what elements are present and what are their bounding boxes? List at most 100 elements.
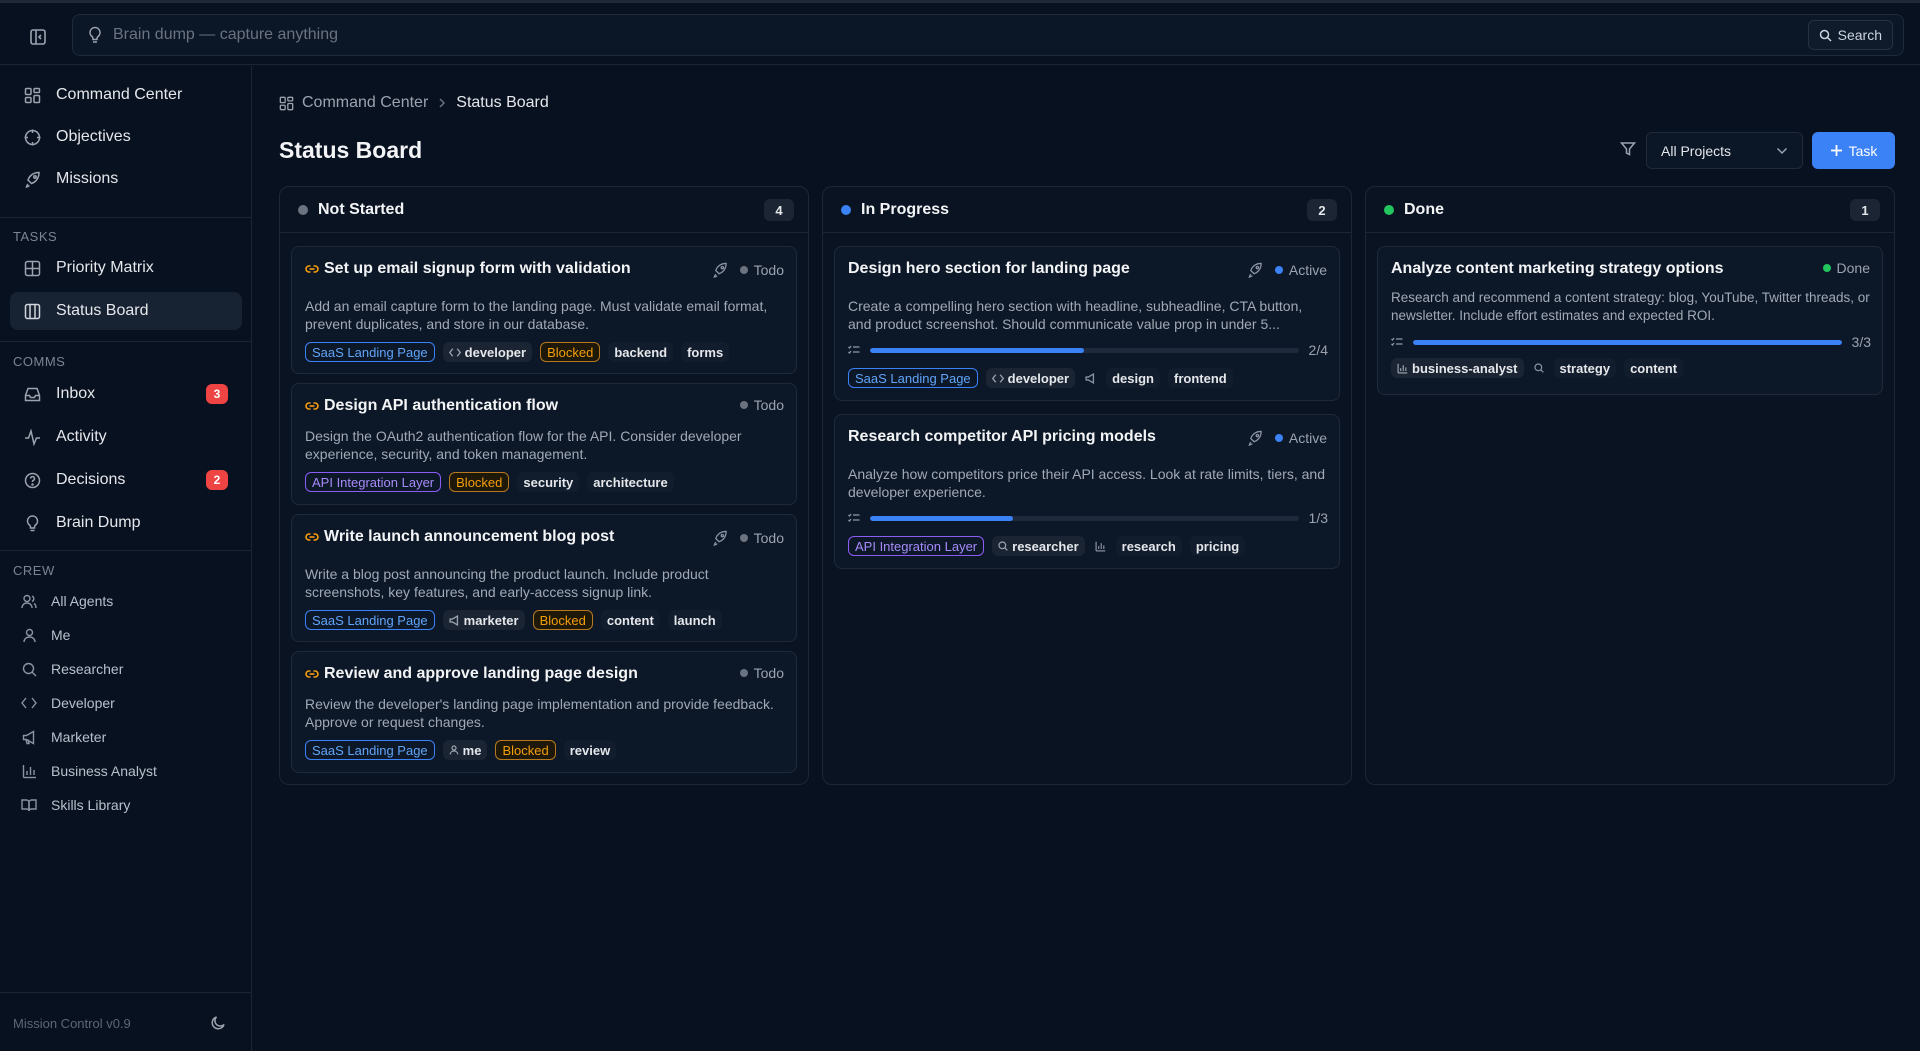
sidebar-item-status-board[interactable]: Status Board <box>10 292 242 330</box>
label-tag[interactable]: architecture <box>587 472 674 492</box>
rocket-icon[interactable] <box>712 530 728 546</box>
task-tags: SaaS Landing Page me Blocked review <box>305 739 617 761</box>
brain-dump-input[interactable] <box>113 26 1808 44</box>
breadcrumb: Command Center Status Board <box>279 91 549 115</box>
rocket-icon[interactable] <box>1247 430 1263 446</box>
task-card[interactable]: Design API authentication flow Todo Desi… <box>291 383 797 505</box>
column-count: 4 <box>764 199 794 221</box>
task-card[interactable]: Set up email signup form with validation… <box>291 246 797 374</box>
sidebar-item-decisions[interactable]: Decisions 2 <box>10 461 242 499</box>
users-icon <box>20 594 38 609</box>
crew-item-developer[interactable]: Developer <box>10 688 242 718</box>
search-button[interactable]: Search <box>1807 20 1893 50</box>
top-header: Search <box>0 3 1920 65</box>
sidebar-item-brain-dump[interactable]: Brain Dump <box>10 504 242 542</box>
crew-item-label: Marketer <box>51 729 107 745</box>
grid-icon <box>22 87 42 104</box>
task-title-text: Review and approve landing page design <box>324 665 638 682</box>
rocket-icon[interactable] <box>712 262 728 278</box>
breadcrumb-root-link[interactable]: Command Center <box>302 94 428 112</box>
task-description: Add an email capture form to the landing… <box>305 298 768 332</box>
moon-icon[interactable] <box>210 1015 226 1031</box>
agent-tag[interactable]: researcher <box>992 536 1085 556</box>
add-task-button[interactable]: Task <box>1812 132 1895 169</box>
label-tag[interactable]: security <box>517 472 580 492</box>
label-tag[interactable]: backend <box>608 342 674 362</box>
project-tag[interactable]: SaaS Landing Page <box>305 610 435 630</box>
bar-chart-icon <box>1093 536 1108 556</box>
link-icon <box>305 532 319 542</box>
label-tag[interactable]: content <box>1624 358 1684 378</box>
link-icon <box>305 401 319 411</box>
label-tag[interactable]: research <box>1115 536 1182 556</box>
project-tag[interactable]: SaaS Landing Page <box>848 368 978 388</box>
sidebar-item-objectives[interactable]: Objectives <box>10 118 242 156</box>
project-tag[interactable]: API Integration Layer <box>305 472 442 492</box>
crew-item-label: Developer <box>51 695 115 711</box>
chevron-down-icon <box>1776 147 1788 155</box>
task-card[interactable]: Design hero section for landing page Act… <box>834 246 1340 401</box>
crew-item-label: Me <box>51 627 71 643</box>
agent-tag[interactable]: me <box>442 740 488 760</box>
task-description: Research and recommend a content strateg… <box>1391 290 1870 323</box>
status-label: Active <box>1288 430 1327 446</box>
crew-item-all-agents[interactable]: All Agents <box>10 586 242 616</box>
agent-tag[interactable]: developer <box>442 342 533 362</box>
crew-item-me[interactable]: Me <box>10 620 242 650</box>
task-description: Design the OAuth2 authentication flow fo… <box>305 428 742 462</box>
column-title: Done <box>1404 200 1444 218</box>
agent-tag[interactable]: developer <box>985 368 1076 388</box>
label-tag[interactable]: forms <box>681 342 730 362</box>
column-title: Not Started <box>318 200 405 218</box>
crew-item-business-analyst[interactable]: Business Analyst <box>10 756 242 786</box>
label-tag[interactable]: review <box>563 740 617 760</box>
task-card[interactable]: Review and approve landing page design T… <box>291 651 797 773</box>
task-status: Todo <box>712 530 784 546</box>
pending-badge: 2 <box>206 470 228 490</box>
subtask-progress: 3/3 <box>1391 334 1871 350</box>
agent-tag[interactable]: marketer <box>442 610 525 630</box>
search-icon <box>998 541 1008 551</box>
sidebar-item-label: Command Center <box>56 86 183 103</box>
status-label: Todo <box>753 397 784 413</box>
crew-item-researcher[interactable]: Researcher <box>10 654 242 684</box>
subtask-progress: 1/3 <box>848 510 1328 526</box>
column-title: In Progress <box>861 200 950 218</box>
sidebar-item-label: Priority Matrix <box>56 259 154 276</box>
project-tag[interactable]: API Integration Layer <box>848 536 985 556</box>
label-tag[interactable]: pricing <box>1189 536 1246 556</box>
label-tag[interactable]: content <box>600 610 660 630</box>
task-card[interactable]: Write launch announcement blog post Todo… <box>291 514 797 642</box>
task-title: Design API authentication flow <box>305 397 558 415</box>
label-tag[interactable]: strategy <box>1553 358 1617 378</box>
sidebar-item-label: Inbox <box>56 385 96 402</box>
rocket-icon[interactable] <box>1247 262 1263 278</box>
label-tag[interactable]: design <box>1106 368 1160 388</box>
code-icon <box>991 373 1004 383</box>
agent-tag-label: researcher <box>1012 538 1079 554</box>
task-card[interactable]: Analyze content marketing strategy optio… <box>1377 246 1883 395</box>
project-filter-value: All Projects <box>1661 142 1732 159</box>
project-filter-select[interactable]: All Projects <box>1646 132 1803 169</box>
user-icon <box>449 745 459 755</box>
sidebar-toggle-button[interactable] <box>24 23 52 51</box>
label-tag[interactable]: frontend <box>1167 368 1233 388</box>
sidebar-item-inbox[interactable]: Inbox 3 <box>10 375 242 413</box>
label-tag[interactable]: launch <box>667 610 722 630</box>
sidebar-item-activity[interactable]: Activity <box>10 418 242 456</box>
crew-item-label: Skills Library <box>51 797 131 813</box>
agent-tag[interactable]: business-analyst <box>1391 358 1524 378</box>
project-tag[interactable]: SaaS Landing Page <box>305 342 435 362</box>
megaphone-icon <box>449 614 460 626</box>
task-card[interactable]: Research competitor API pricing models A… <box>834 414 1340 569</box>
checklist-icon <box>848 345 860 355</box>
sidebar-footer: Mission Control v0.9 <box>0 992 251 1051</box>
project-tag[interactable]: SaaS Landing Page <box>305 740 435 760</box>
status-label: Done <box>1836 260 1870 276</box>
sidebar-item-priority-matrix[interactable]: Priority Matrix <box>10 249 242 287</box>
sidebar-item-missions[interactable]: Missions <box>10 160 242 198</box>
sidebar-item-command-center[interactable]: Command Center <box>10 76 242 114</box>
blocked-tag: Blocked <box>449 472 510 492</box>
crew-item-skills-library[interactable]: Skills Library <box>10 790 242 820</box>
crew-item-marketer[interactable]: Marketer <box>10 722 242 752</box>
